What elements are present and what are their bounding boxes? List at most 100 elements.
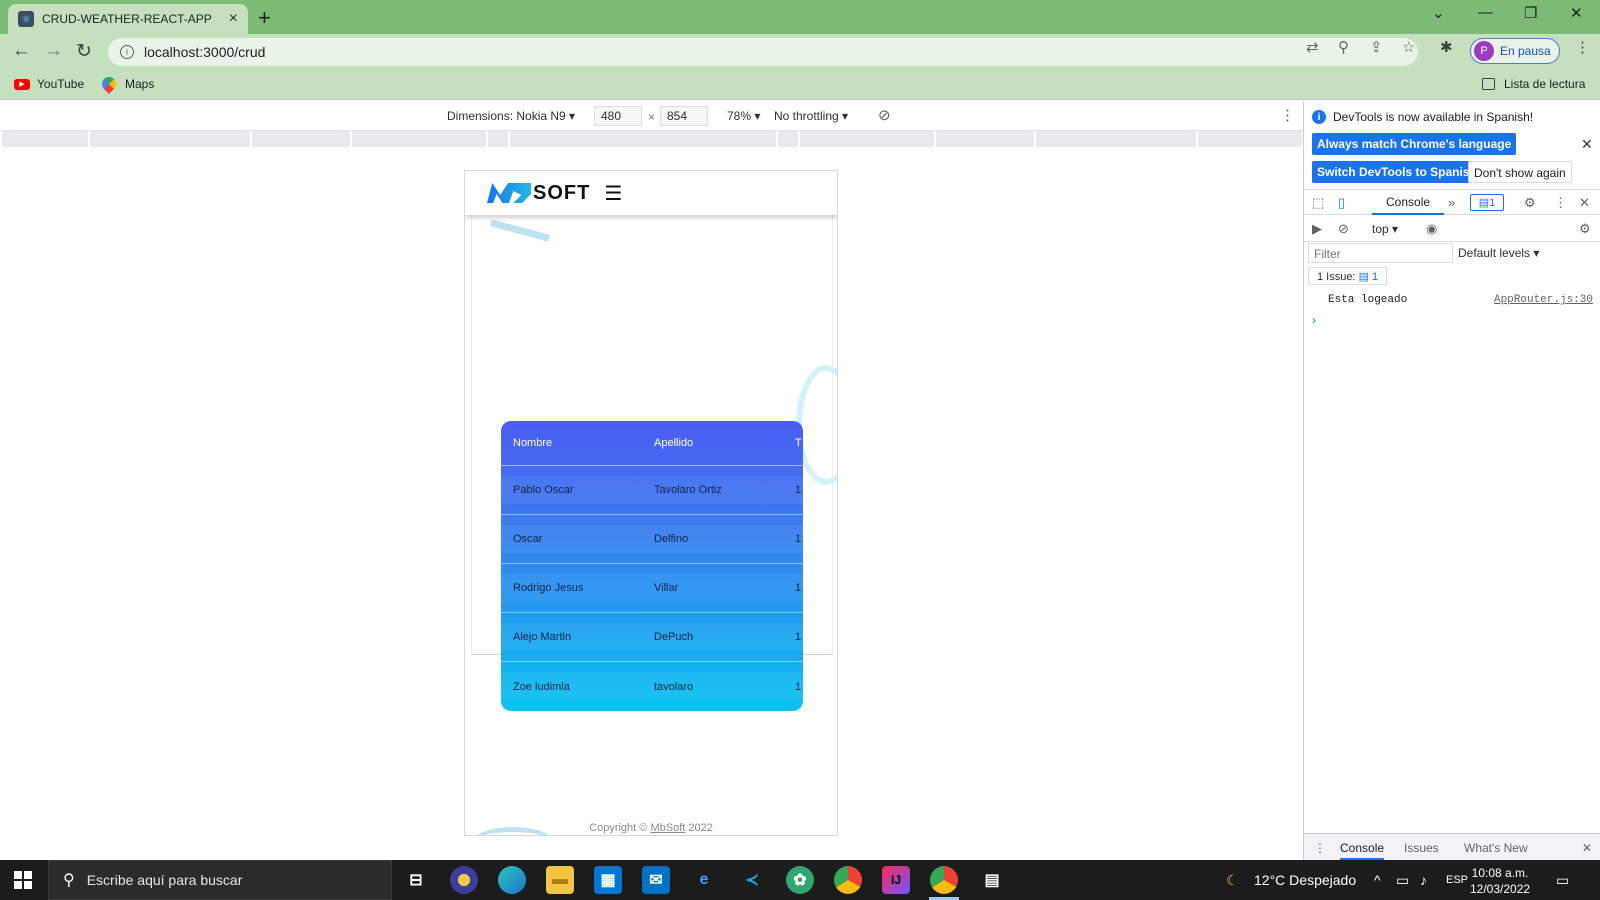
log-source-link[interactable]: AppRouter.js:30 [1494,294,1593,306]
chrome-active-icon[interactable] [930,866,958,894]
drawer-menu-icon[interactable]: ⋮ [1314,841,1326,855]
device-toggle-icon[interactable]: ▯ [1338,195,1345,211]
ruler-segment[interactable] [2,131,90,147]
bookmark-youtube[interactable]: ▶ YouTube [14,77,84,91]
ruler-segment[interactable] [936,131,1036,147]
extensions-icon[interactable]: ✱ [1440,38,1453,56]
forward-button[interactable]: → [44,40,63,62]
column-header-apellido[interactable]: Apellido [654,437,693,449]
ruler-segment[interactable] [90,131,252,147]
drawer-tab-whats-new[interactable]: What's New [1464,841,1528,855]
file-explorer-icon[interactable]: ▬ [546,866,574,894]
device-toolbar-menu-icon[interactable]: ⋮ [1280,106,1295,124]
ruler-segment[interactable] [800,131,936,147]
tab-console[interactable]: Console [1372,190,1445,215]
switch-to-spanish-button[interactable]: Switch DevTools to Spanish [1312,161,1482,183]
settings-gear-icon[interactable]: ⚙ [1524,195,1536,211]
tray-chevron-icon[interactable]: ^ [1374,872,1381,888]
translate-icon[interactable]: ⇄ [1306,38,1319,56]
system-clock[interactable]: 10:08 a.m. 12/03/2022 [1470,865,1530,897]
height-input[interactable]: 854 [660,106,708,126]
column-header-nombre[interactable]: Nombre [513,437,552,449]
app-green-icon[interactable]: ✿ [786,866,814,894]
issues-button[interactable]: 1 Issue: ▤ 1 [1308,267,1388,285]
clear-console-icon[interactable]: ⊘ [1338,221,1349,237]
edge-browser-icon[interactable] [498,866,526,894]
context-selector[interactable]: top ▾ [1372,222,1398,236]
profile-button[interactable]: P En pausa [1470,38,1560,64]
ruler-segment[interactable] [510,131,778,147]
new-tab-button[interactable]: + [258,5,271,31]
ruler-segment[interactable] [1036,131,1198,147]
browser-menu-icon[interactable]: ⋮ [1575,38,1590,56]
weather-text[interactable]: 12°C Despejado [1254,872,1356,888]
taskbar-search[interactable]: ⚲ Escribe aquí para buscar [48,860,392,900]
logo-text[interactable]: SOFT [533,182,590,205]
copyright-brand-link[interactable]: MbSoft [650,822,685,834]
mbsoft-logo-icon[interactable] [487,181,531,205]
devtools-menu-icon[interactable]: ⋮ [1554,195,1567,211]
messages-badge[interactable]: ▤ 1 [1470,194,1504,211]
eclipse-icon[interactable] [450,866,478,894]
table-row[interactable]: Alejo Martin DePuch 1 [501,613,803,662]
reading-list-button[interactable]: Lista de lectura [1482,77,1585,91]
site-info-icon[interactable]: i [120,45,134,59]
table-row[interactable]: Zoe ludimla tavolaro 1 [501,662,803,711]
back-button[interactable]: ← [12,40,31,62]
ruler-segment[interactable] [488,131,510,147]
log-levels-dropdown[interactable]: Default levels ▾ [1458,246,1539,260]
media-query-ruler[interactable] [2,131,1302,147]
show-sidebar-icon[interactable]: ▶ [1312,221,1322,237]
console-settings-icon[interactable]: ⚙ [1579,221,1591,237]
chrome-icon[interactable] [834,866,862,894]
drawer-tab-console[interactable]: Console [1340,841,1385,860]
drawer-tab-issues[interactable]: Issues [1404,841,1439,855]
rotate-icon[interactable]: ⊘ [878,106,891,124]
close-notice-icon[interactable]: ✕ [1581,136,1593,153]
column-header-truncated[interactable]: T [795,437,802,449]
media-app-icon[interactable]: ▤ [978,866,1006,894]
bookmark-star-icon[interactable]: ☆ [1402,38,1415,56]
width-input[interactable]: 480 [594,106,642,126]
bookmark-maps[interactable]: Maps [99,74,154,94]
browser-tab[interactable]: ⚛ CRUD-WEATHER-REACT-APP × [8,4,248,34]
device-selector[interactable]: Dimensions: Nokia N9 ▾ [447,109,575,123]
close-window-button[interactable]: ✕ [1570,4,1583,22]
vscode-icon[interactable]: ≺ [738,866,766,894]
microsoft-store-icon[interactable]: ▦ [594,866,622,894]
weather-moon-icon[interactable]: ☾ [1226,872,1239,889]
hamburger-menu-icon[interactable]: ☰ [604,181,622,206]
zoom-selector[interactable]: 78% ▾ [727,109,760,123]
tab-search-chevron-icon[interactable]: ⌄ [1432,4,1445,22]
browser-e-icon[interactable]: e [690,866,718,894]
close-drawer-icon[interactable]: ✕ [1582,841,1592,855]
minimize-button[interactable]: — [1478,4,1493,21]
zoom-icon[interactable]: ⚲ [1338,38,1349,56]
console-filter-input[interactable]: Filter [1308,243,1453,263]
dont-show-again-button[interactable]: Don't show again [1468,161,1572,183]
ruler-segment[interactable] [778,131,800,147]
table-row[interactable]: Rodrigo Jesus Villar 1 [501,564,803,613]
live-expression-eye-icon[interactable]: ◉ [1426,221,1437,237]
table-row[interactable]: Pablo Oscar Tavolaro Ortiz 1 [501,466,803,515]
reload-button[interactable]: ↻ [76,40,92,63]
restore-button[interactable]: ❐ [1524,4,1537,22]
close-devtools-icon[interactable]: ✕ [1579,195,1590,211]
address-bar[interactable]: i localhost:3000/crud [108,38,1418,66]
more-tabs-icon[interactable]: » [1448,195,1455,210]
console-prompt-icon[interactable]: › [1312,313,1316,327]
windows-start-icon[interactable] [14,871,32,889]
language-indicator[interactable]: ESP [1446,874,1468,886]
notifications-icon[interactable]: ▭ [1556,872,1569,889]
network-icon[interactable]: ▭ [1396,872,1409,889]
share-icon[interactable]: ⇪ [1370,38,1383,56]
throttling-selector[interactable]: No throttling ▾ [774,109,848,123]
volume-icon[interactable]: ♪ [1420,872,1427,888]
ruler-segment[interactable] [252,131,352,147]
close-tab-icon[interactable]: × [229,10,238,28]
task-view-icon[interactable]: ⊟ [402,866,430,894]
table-row[interactable]: Oscar Delfino 1 [501,515,803,564]
ruler-segment[interactable] [352,131,488,147]
inspect-element-icon[interactable]: ⬚ [1312,195,1324,211]
intellij-icon[interactable]: IJ [882,866,910,894]
